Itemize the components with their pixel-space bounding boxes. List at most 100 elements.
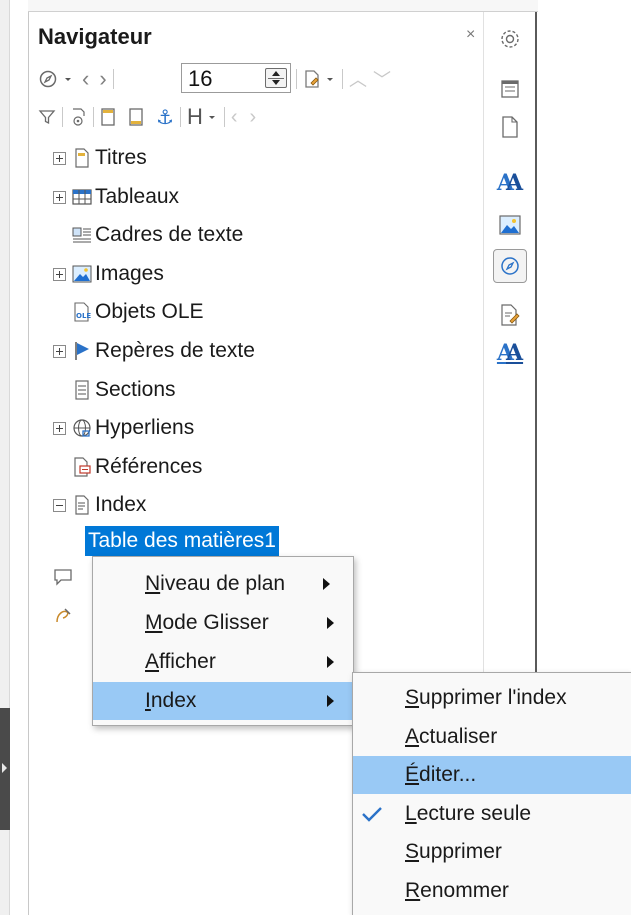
window-left-edge xyxy=(0,0,10,915)
tree-item-index[interactable]: Index xyxy=(53,490,146,520)
tree-item-sections[interactable]: Sections xyxy=(53,375,176,405)
submenu-arrow-icon xyxy=(327,695,334,707)
submenu-item-editer-[interactable]: Éditer... xyxy=(353,756,631,794)
comment-icon xyxy=(53,568,73,591)
header-icon[interactable] xyxy=(100,108,116,126)
page-icon[interactable] xyxy=(493,110,527,144)
next-icon[interactable]: › xyxy=(99,66,106,92)
tree-item-label: Titres xyxy=(95,146,147,169)
submenu-item-label: Actualiser xyxy=(405,724,498,748)
menu-item-afficher[interactable]: Afficher xyxy=(93,643,353,681)
tree-item-label: Tableaux xyxy=(95,185,180,208)
submenu-item-label: Lecture seule xyxy=(405,801,532,825)
tree-item-hyperliens[interactable]: Hyperliens xyxy=(53,413,194,443)
navigator-toolbar-2: ⚓ H ‹ › xyxy=(38,104,256,130)
bookmark-flag-icon xyxy=(72,341,92,361)
tree-item-reperes-de-texte[interactable]: Repères de texte xyxy=(53,336,255,366)
track-changes-icon[interactable] xyxy=(69,107,87,127)
styles-icon[interactable]: AA xyxy=(493,166,527,200)
expand-icon[interactable] xyxy=(53,151,66,165)
tree-item-label: Hyperliens xyxy=(95,416,195,439)
navigator-tab-icon[interactable] xyxy=(493,249,527,283)
menu-item-label: Afficher xyxy=(145,650,216,673)
right-icon: › xyxy=(249,105,257,128)
navigator-toolbar-1b: ︿ ﹀ xyxy=(296,66,391,92)
collapse-handle[interactable] xyxy=(0,708,10,830)
submenu-arrow-icon xyxy=(327,656,334,668)
demote-level-icon: ﹀ xyxy=(373,70,391,90)
section-icon xyxy=(72,380,92,400)
page-number-value: 16 xyxy=(188,66,213,91)
properties-icon[interactable] xyxy=(493,72,527,106)
table-icon xyxy=(72,187,92,207)
tree-item-label: Sections xyxy=(95,378,176,401)
submenu-item-label: Supprimer xyxy=(405,840,502,863)
ole-object-icon: OLE xyxy=(72,302,92,322)
heading-levels-icon[interactable]: H xyxy=(187,104,218,130)
submenu-item-supprimer-l-index[interactable]: Supprimer l'index xyxy=(353,679,631,717)
tree-item-tableaux[interactable]: Tableaux xyxy=(53,182,179,212)
promote-level-icon: ︿ xyxy=(349,70,367,90)
expand-icon[interactable] xyxy=(53,267,66,281)
expand-icon[interactable] xyxy=(53,421,66,435)
tree-item-images[interactable]: Images xyxy=(53,259,164,289)
submenu-item-label: Éditer... xyxy=(405,763,477,786)
submenu-arrow-icon xyxy=(323,578,330,590)
expand-icon[interactable] xyxy=(53,190,66,204)
close-icon[interactable]: × xyxy=(466,26,475,44)
previous-icon[interactable]: ‹ xyxy=(82,66,89,92)
gallery-icon[interactable] xyxy=(493,208,527,242)
submenu-arrow-icon xyxy=(327,617,334,629)
submenu-item-label: Supprimer l'index xyxy=(405,686,567,709)
navigate-by-icon[interactable] xyxy=(38,69,74,89)
tree-item-label: Images xyxy=(95,262,164,285)
page-number-spinbox[interactable]: 16 xyxy=(181,63,291,93)
deck-top-border xyxy=(28,0,538,12)
filter-icon[interactable] xyxy=(38,108,56,126)
tree-item-label: Références xyxy=(95,455,203,478)
menu-item-index[interactable]: Index xyxy=(93,682,353,720)
tree-item-references[interactable]: Références xyxy=(53,452,202,482)
manage-changes-icon[interactable] xyxy=(493,298,527,332)
tree-item-label: Index xyxy=(95,493,147,516)
tree-item-label: Cadres de texte xyxy=(95,223,244,246)
index-icon xyxy=(72,495,92,515)
footer-icon[interactable] xyxy=(128,108,144,126)
navigator-toolbar-1: ‹ › xyxy=(38,66,120,92)
submenu-item-supprimer[interactable]: Supprimer xyxy=(353,833,631,871)
menu-item-label: Niveau de plan xyxy=(145,572,286,595)
menu-item-niveau-de-plan[interactable]: Niveau de plan xyxy=(93,565,353,603)
drag-mode-icon[interactable] xyxy=(303,69,336,89)
tree-item-cadres-de-texte[interactable]: Cadres de texte xyxy=(53,220,243,250)
image-icon xyxy=(72,264,92,284)
deck-border xyxy=(28,0,29,915)
tree-item-table-des-matieres1[interactable]: Table des matières1 xyxy=(85,526,279,556)
reference-icon xyxy=(72,457,92,477)
collapse-icon[interactable] xyxy=(53,498,66,512)
tree-item-label: Repères de texte xyxy=(95,339,255,362)
page-spin-buttons[interactable] xyxy=(265,68,287,88)
submenu-item-lecture-seule[interactable]: Lecture seule xyxy=(353,795,631,833)
tree-item-objets-ole[interactable]: OLE Objets OLE xyxy=(53,297,204,327)
tree-item-titres[interactable]: Titres xyxy=(53,143,147,173)
sidebar-settings-icon[interactable] xyxy=(493,22,527,56)
menu-item-label: Mode Glisser xyxy=(145,611,269,634)
svg-text:OLE: OLE xyxy=(76,312,91,320)
text-frame-icon xyxy=(72,225,92,245)
left-icon: ‹ xyxy=(230,105,238,128)
submenu-item-actualiser[interactable]: Actualiser xyxy=(353,718,631,756)
panel-title: Navigateur xyxy=(38,24,152,49)
anchor-icon[interactable]: ⚓ xyxy=(156,105,174,130)
headings-icon xyxy=(72,148,92,168)
tree-item-label: Objets OLE xyxy=(95,300,204,323)
submenu-item-label: Renommer xyxy=(405,878,509,902)
style-inspector-icon[interactable]: AA xyxy=(493,336,527,370)
index-submenu: Supprimer l'index Actualiser Éditer... Lect… xyxy=(352,672,631,915)
checkmark-icon xyxy=(359,803,385,825)
menu-item-label: Index xyxy=(145,689,197,712)
menu-item-mode-glisser[interactable]: Mode Glisser xyxy=(93,604,353,642)
drawing-icon xyxy=(53,606,73,631)
hyperlink-globe-icon xyxy=(72,418,92,438)
submenu-item-renommer[interactable]: Renommer xyxy=(353,872,631,910)
expand-icon[interactable] xyxy=(53,344,66,358)
